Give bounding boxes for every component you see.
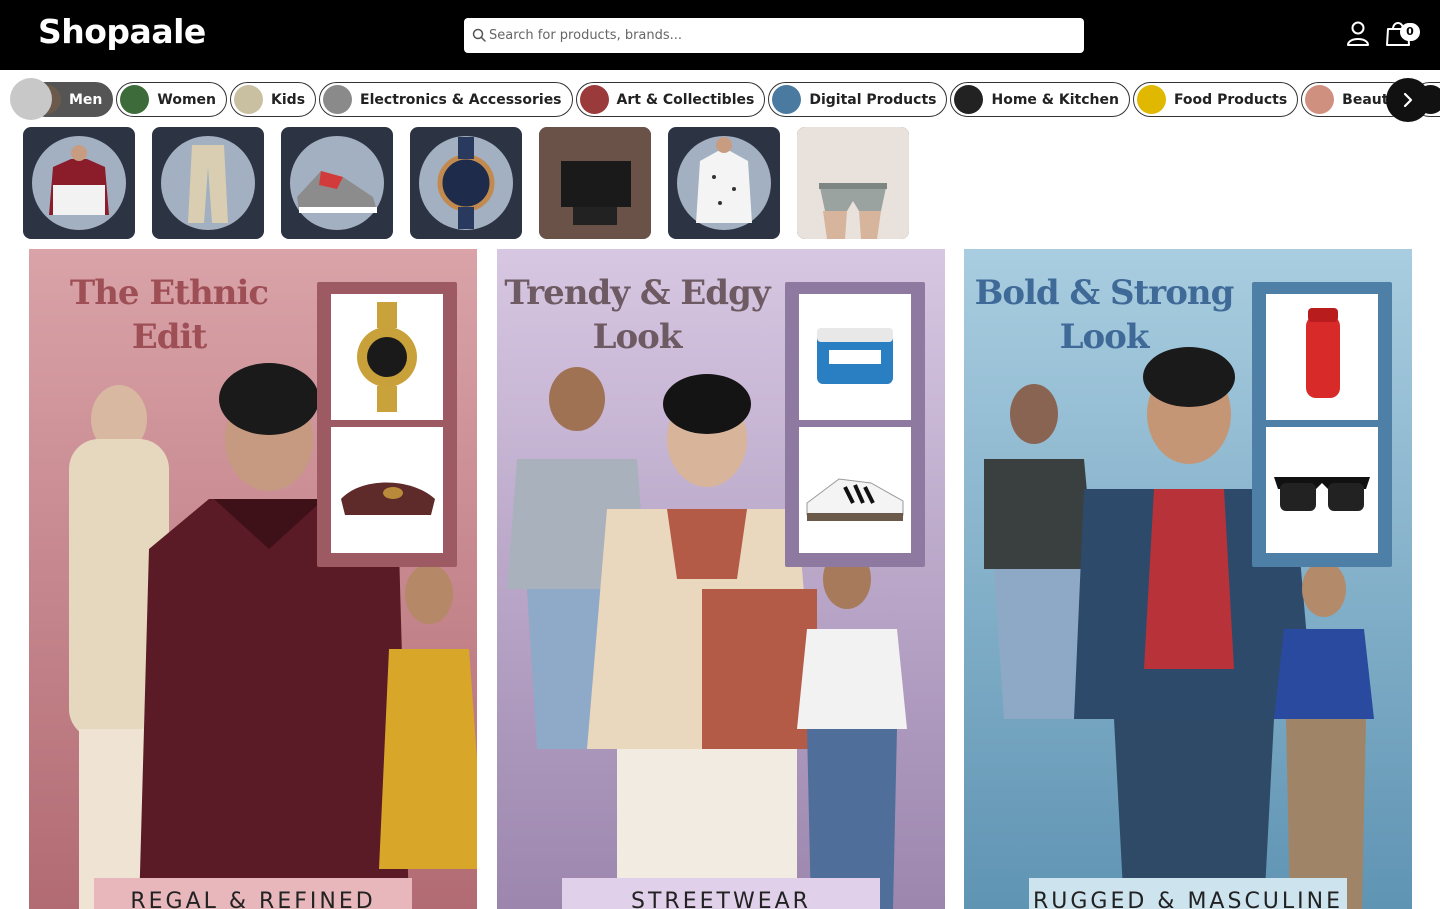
- featured-product-bottom: [331, 427, 443, 553]
- banner-tagline: REGAL & REFINED: [94, 878, 412, 909]
- subcategory-tile-shirt[interactable]: [668, 127, 780, 239]
- sneakers-image: [297, 171, 377, 213]
- category-thumbnail: [1136, 85, 1166, 114]
- category-thumbnail: [579, 85, 609, 114]
- banner-headline: The Ethnic Edit: [69, 273, 269, 357]
- category-scroll-right-button[interactable]: [1386, 78, 1430, 122]
- category-chip-digital-products[interactable]: Digital Products: [768, 82, 948, 117]
- subcategory-tile-sweatshirt[interactable]: [23, 127, 135, 239]
- category-label: Women: [157, 91, 217, 108]
- category-chip-food-products[interactable]: Food Products: [1132, 82, 1299, 117]
- category-label: Electronics & Accessories: [360, 91, 562, 108]
- category-label: Kids: [271, 91, 306, 108]
- subcategory-tile-gift-box[interactable]: [539, 127, 651, 239]
- category-chip-women[interactable]: Women: [116, 82, 228, 117]
- site-header: Shopaale 0: [0, 0, 1440, 70]
- category-thumbnail: [234, 85, 264, 114]
- subcategory-tile-sneakers[interactable]: [281, 127, 393, 239]
- category-scroll-left-button[interactable]: [10, 78, 52, 120]
- category-label: Home & Kitchen: [991, 91, 1119, 108]
- search-bar[interactable]: [464, 18, 1084, 53]
- category-thumbnail: [772, 85, 802, 114]
- trousers-image: [188, 145, 228, 223]
- banner-headline: Trendy & Edgy Look: [504, 273, 770, 357]
- category-chip-home-kitchen[interactable]: Home & Kitchen: [950, 82, 1130, 117]
- category-label: Food Products: [1173, 91, 1288, 108]
- user-account-icon[interactable]: [1344, 19, 1372, 47]
- category-chip-electronics-accessories[interactable]: Electronics & Accessories: [319, 82, 573, 117]
- featured-product-top: [1266, 294, 1378, 420]
- category-thumbnail: [1305, 85, 1335, 114]
- category-thumbnail: [323, 85, 353, 114]
- chevron-right-icon: [1403, 92, 1413, 108]
- featured-product-bottom: [799, 427, 911, 553]
- search-icon: [472, 28, 486, 42]
- subcategory-tile-innerwear[interactable]: [797, 127, 909, 239]
- innerwear-image: [797, 127, 909, 239]
- category-nav: Men Women Kids Electronics & Accessories Art…: [0, 70, 1440, 128]
- subcategory-tiles: [23, 127, 909, 239]
- subcategory-tile-watch[interactable]: [410, 127, 522, 239]
- category-thumbnail: [120, 85, 150, 114]
- site-logo[interactable]: Shopaale: [38, 10, 206, 54]
- gift-box-image: [539, 127, 651, 239]
- sweatshirt-image: [49, 145, 109, 215]
- shirt-image: [696, 137, 752, 223]
- subcategory-tile-trousers[interactable]: [152, 127, 264, 239]
- category-chip-art-collectibles[interactable]: Art & Collectibles: [575, 82, 766, 117]
- promo-banner-streetwear-aficionado[interactable]: Trendy & Edgy Look STREETWEAR AFICIONADO: [497, 249, 945, 909]
- watch-image: [437, 137, 495, 229]
- category-label: Digital Products: [809, 91, 937, 108]
- cart-count-badge: 0: [1400, 23, 1420, 41]
- category-chip-kids[interactable]: Kids: [230, 82, 317, 117]
- promo-banner-regal-refined[interactable]: The Ethnic Edit REGAL & REFINED: [29, 249, 477, 909]
- banner-tagline: STREETWEAR AFICIONADO: [562, 878, 880, 909]
- banner-headline: Bold & Strong Look: [974, 273, 1235, 357]
- featured-product-top: [331, 294, 443, 420]
- category-list: Men Women Kids Electronics & Accessories Art…: [28, 82, 1440, 117]
- promo-banner-rugged-masculine[interactable]: Bold & Strong Look RUGGED & MASCULINE: [964, 249, 1412, 909]
- search-input[interactable]: [488, 18, 1078, 53]
- featured-product-top: [799, 294, 911, 420]
- featured-product-bottom: [1266, 427, 1378, 553]
- banner-tagline: RUGGED & MASCULINE: [1029, 878, 1347, 909]
- category-label: Art & Collectibles: [616, 91, 755, 108]
- category-thumbnail: [954, 85, 984, 114]
- category-label: Men: [69, 91, 103, 108]
